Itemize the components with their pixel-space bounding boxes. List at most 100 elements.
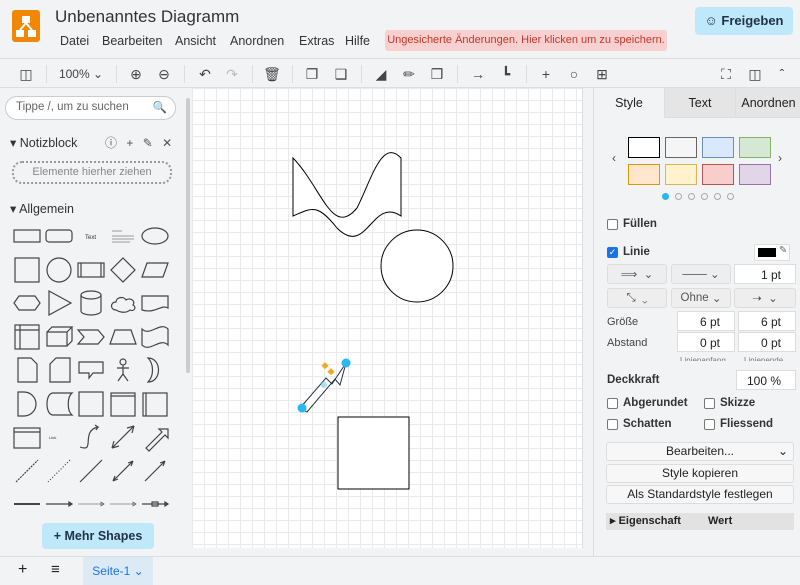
shape-curve-icon[interactable]: [76, 422, 106, 452]
format-panel-icon[interactable]: ◫: [745, 64, 765, 84]
shape-text-icon[interactable]: Text: [76, 221, 106, 251]
shape-hex-icon[interactable]: [12, 288, 42, 318]
sidebar-scrollbar[interactable]: [186, 98, 190, 373]
tab-text[interactable]: Text: [664, 88, 735, 118]
menu-bearbeiten[interactable]: Bearbeiten: [102, 34, 162, 48]
page-dot[interactable]: [701, 193, 708, 200]
shape-doc-icon[interactable]: [140, 288, 170, 318]
connector-style-select[interactable]: ⟹ ⌄: [607, 264, 667, 284]
copy-style-button[interactable]: Style kopieren: [606, 464, 794, 483]
shape-diamond-icon[interactable]: [108, 255, 138, 285]
line-checkbox[interactable]: ✓: [607, 247, 618, 258]
shape-lined-icon[interactable]: [140, 389, 170, 419]
waypoints-icon[interactable]: ┗: [496, 64, 516, 84]
chevron-right-icon[interactable]: ›: [778, 151, 782, 165]
shape-list-icon[interactable]: [12, 422, 42, 452]
shape-square-icon[interactable]: [12, 255, 42, 285]
share-button[interactable]: ☺ Freigeben: [695, 7, 793, 35]
shadow-checkbox[interactable]: [607, 419, 618, 430]
format-panel-toggle-icon[interactable]: ◫: [16, 64, 36, 84]
shape-rrect-icon[interactable]: [44, 221, 74, 251]
add-page-icon[interactable]: +: [18, 561, 27, 579]
add-icon[interactable]: +: [126, 136, 133, 150]
scratchpad-header[interactable]: ▾ Notizblock: [10, 135, 77, 150]
shapes-icon[interactable]: ○: [564, 64, 584, 84]
shape-cloud-icon[interactable]: [108, 288, 138, 318]
shape-harr-icon[interactable]: [44, 489, 74, 519]
edit-style-button[interactable]: Bearbeiten...⌄: [606, 442, 794, 461]
shape-moon-icon[interactable]: [140, 355, 170, 385]
properties-header[interactable]: ▸ EigenschaftWert: [606, 513, 794, 530]
connection-arrow-icon[interactable]: →: [468, 64, 488, 84]
shape-callout-icon[interactable]: [76, 355, 106, 385]
shape-process-icon[interactable]: [76, 255, 106, 285]
more-shapes-button[interactable]: + Mehr Shapes: [42, 523, 154, 549]
page-dot[interactable]: [714, 193, 721, 200]
shape-ellipse-icon[interactable]: [140, 221, 170, 251]
shape-tape-icon[interactable]: [140, 322, 170, 352]
chevron-left-icon[interactable]: ‹: [612, 151, 616, 165]
general-section-header[interactable]: ▾ Allgemein: [10, 201, 74, 216]
zoom-in-icon[interactable]: ⊕: [126, 64, 146, 84]
insert-icon[interactable]: +: [536, 64, 556, 84]
flow-checkbox[interactable]: [704, 419, 715, 430]
shadow-icon[interactable]: ❒: [427, 64, 447, 84]
line-color-icon[interactable]: ✏: [399, 64, 419, 84]
shape-harr4-icon[interactable]: [140, 489, 170, 519]
shape-arrow-icon[interactable]: [140, 422, 170, 452]
end-size-input[interactable]: 6 pt: [738, 311, 796, 331]
shape-para-icon[interactable]: [140, 255, 170, 285]
line-color-picker[interactable]: ✎: [754, 244, 790, 261]
shape-stored-icon[interactable]: [44, 389, 74, 419]
style-swatch[interactable]: [665, 164, 697, 185]
style-swatch[interactable]: [628, 137, 660, 158]
unsaved-changes-banner[interactable]: Ungesicherte Änderungen. Hier klicken um…: [385, 30, 667, 51]
shape-harr3-icon[interactable]: [108, 489, 138, 519]
fullscreen-icon[interactable]: ⛶: [716, 64, 736, 84]
line-start-select[interactable]: Ohne ⌄: [671, 288, 731, 308]
shape-note-icon[interactable]: [12, 355, 42, 385]
style-swatch[interactable]: [702, 137, 734, 158]
to-front-icon[interactable]: ❐: [302, 64, 322, 84]
shape-cyl-icon[interactable]: [76, 288, 106, 318]
shape-square-icon[interactable]: [76, 389, 106, 419]
start-spacing-input[interactable]: 0 pt: [677, 332, 735, 352]
end-spacing-input[interactable]: 0 pt: [738, 332, 796, 352]
shape-card-icon[interactable]: [44, 355, 74, 385]
scratchpad-dropzone[interactable]: Elemente hierher ziehen: [12, 161, 172, 184]
shape-harr2-icon[interactable]: [76, 489, 106, 519]
search-icon[interactable]: 🔍: [153, 100, 167, 114]
redo-icon[interactable]: ↷: [222, 64, 242, 84]
style-swatch[interactable]: [628, 164, 660, 185]
menu-anordnen[interactable]: Anordnen: [230, 34, 284, 48]
style-swatch[interactable]: [665, 137, 697, 158]
line-pattern-select[interactable]: ─── ⌄: [671, 264, 731, 284]
help-icon[interactable]: ⓘ: [105, 136, 117, 150]
shape-heading-icon[interactable]: [108, 221, 138, 251]
line-end-select[interactable]: ➝ ⌄: [734, 288, 796, 308]
close-icon[interactable]: ✕: [162, 136, 172, 150]
zoom-select[interactable]: 100% ⌄: [56, 64, 106, 84]
shape-step-icon[interactable]: [76, 322, 106, 352]
page-dot[interactable]: [727, 193, 734, 200]
shape-dashed-icon[interactable]: [12, 456, 42, 486]
shape-rect-icon[interactable]: [12, 221, 42, 251]
undo-icon[interactable]: ↶: [195, 64, 215, 84]
menu-extras[interactable]: Extras: [299, 34, 334, 48]
shape-actor-icon[interactable]: [108, 355, 138, 385]
shape-biline-icon[interactable]: [108, 456, 138, 486]
waypoint-style-select[interactable]: ⤡ ⌄: [607, 288, 667, 308]
shape-dline-icon[interactable]: [140, 456, 170, 486]
fill-checkbox[interactable]: [607, 219, 618, 230]
line-width-input[interactable]: 1 pt: [734, 264, 796, 284]
page-dot[interactable]: [675, 193, 682, 200]
shape-frame-icon[interactable]: [108, 389, 138, 419]
page-tab[interactable]: Seite-1 ⌄: [83, 557, 153, 585]
pages-menu-icon[interactable]: ≡: [51, 561, 60, 578]
opacity-input[interactable]: 100 %: [736, 370, 796, 390]
style-swatch[interactable]: [702, 164, 734, 185]
delete-icon[interactable]: 🗑: [262, 64, 282, 84]
page-dot[interactable]: [688, 193, 695, 200]
style-swatch[interactable]: [739, 164, 771, 185]
style-swatch[interactable]: [739, 137, 771, 158]
